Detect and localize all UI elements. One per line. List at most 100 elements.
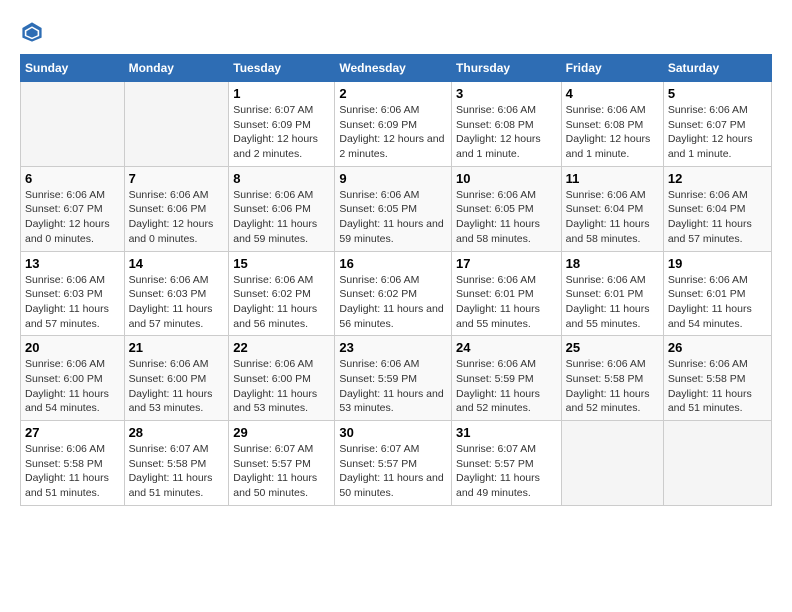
- day-number: 15: [233, 256, 330, 271]
- day-info: Sunrise: 6:06 AMSunset: 6:05 PMDaylight:…: [339, 188, 447, 247]
- day-info: Sunrise: 6:06 AMSunset: 6:00 PMDaylight:…: [233, 357, 330, 416]
- calendar-table: SundayMondayTuesdayWednesdayThursdayFrid…: [20, 54, 772, 506]
- day-number: 25: [566, 340, 659, 355]
- calendar-cell: 13 Sunrise: 6:06 AMSunset: 6:03 PMDayligh…: [21, 251, 125, 336]
- day-header-thursday: Thursday: [452, 55, 562, 82]
- calendar-cell: 27 Sunrise: 6:06 AMSunset: 5:58 PMDayligh…: [21, 421, 125, 506]
- day-number: 4: [566, 86, 659, 101]
- calendar-cell: 4 Sunrise: 6:06 AMSunset: 6:08 PMDaylight…: [561, 82, 663, 167]
- day-info: Sunrise: 6:06 AMSunset: 6:07 PMDaylight:…: [668, 103, 767, 162]
- calendar-cell: 3 Sunrise: 6:06 AMSunset: 6:08 PMDaylight…: [452, 82, 562, 167]
- day-info: Sunrise: 6:06 AMSunset: 6:01 PMDaylight:…: [668, 273, 767, 332]
- day-number: 13: [25, 256, 120, 271]
- day-info: Sunrise: 6:06 AMSunset: 6:01 PMDaylight:…: [456, 273, 557, 332]
- day-info: Sunrise: 6:06 AMSunset: 6:07 PMDaylight:…: [25, 188, 120, 247]
- calendar-cell: [561, 421, 663, 506]
- calendar-cell: 26Sunrise: 6:06 AMSunset: 5:58 PMDayligh…: [663, 336, 771, 421]
- calendar-cell: 10Sunrise: 6:06 AMSunset: 6:05 PMDayligh…: [452, 166, 562, 251]
- logo-icon: [20, 20, 44, 44]
- calendar-cell: 19 Sunrise: 6:06 AMSunset: 6:01 PMDayligh…: [663, 251, 771, 336]
- day-info: Sunrise: 6:06 AMSunset: 6:06 PMDaylight:…: [129, 188, 225, 247]
- day-header-tuesday: Tuesday: [229, 55, 335, 82]
- day-info: Sunrise: 6:06 AMSunset: 6:00 PMDaylight:…: [25, 357, 120, 416]
- day-number: 14: [129, 256, 225, 271]
- calendar-cell: [21, 82, 125, 167]
- day-number: 10: [456, 171, 557, 186]
- day-info: Sunrise: 6:07 AMSunset: 5:57 PMDaylight:…: [456, 442, 557, 501]
- calendar-cell: 30 Sunrise: 6:07 AMSunset: 5:57 PMDayligh…: [335, 421, 452, 506]
- day-number: 29: [233, 425, 330, 440]
- calendar-cell: 18 Sunrise: 6:06 AMSunset: 6:01 PMDayligh…: [561, 251, 663, 336]
- day-info: Sunrise: 6:06 AMSunset: 6:00 PMDaylight:…: [129, 357, 225, 416]
- calendar-cell: 2 Sunrise: 6:06 AMSunset: 6:09 PMDaylight…: [335, 82, 452, 167]
- day-info: Sunrise: 6:06 AMSunset: 5:58 PMDaylight:…: [25, 442, 120, 501]
- calendar-cell: 6 Sunrise: 6:06 AMSunset: 6:07 PMDaylight…: [21, 166, 125, 251]
- day-info: Sunrise: 6:06 AMSunset: 6:02 PMDaylight:…: [233, 273, 330, 332]
- calendar-cell: 24 Sunrise: 6:06 AMSunset: 5:59 PMDayligh…: [452, 336, 562, 421]
- day-number: 24: [456, 340, 557, 355]
- day-info: Sunrise: 6:06 AMSunset: 5:58 PMDaylight:…: [566, 357, 659, 416]
- calendar-cell: 14 Sunrise: 6:06 AMSunset: 6:03 PMDayligh…: [124, 251, 229, 336]
- calendar-cell: 25 Sunrise: 6:06 AMSunset: 5:58 PMDayligh…: [561, 336, 663, 421]
- header: [20, 20, 772, 44]
- day-number: 22: [233, 340, 330, 355]
- day-number: 1: [233, 86, 330, 101]
- day-info: Sunrise: 6:07 AMSunset: 5:58 PMDaylight:…: [129, 442, 225, 501]
- calendar-cell: 20 Sunrise: 6:06 AMSunset: 6:00 PMDayligh…: [21, 336, 125, 421]
- day-number: 5: [668, 86, 767, 101]
- calendar-cell: 22 Sunrise: 6:06 AMSunset: 6:00 PMDayligh…: [229, 336, 335, 421]
- week-row-3: 13 Sunrise: 6:06 AMSunset: 6:03 PMDayligh…: [21, 251, 772, 336]
- day-number: 6: [25, 171, 120, 186]
- day-number: 20: [25, 340, 120, 355]
- calendar-cell: 5 Sunrise: 6:06 AMSunset: 6:07 PMDaylight…: [663, 82, 771, 167]
- day-number: 16: [339, 256, 447, 271]
- day-info: Sunrise: 6:06 AMSunset: 5:59 PMDaylight:…: [339, 357, 447, 416]
- calendar-cell: 16Sunrise: 6:06 AMSunset: 6:02 PMDayligh…: [335, 251, 452, 336]
- calendar-cell: [663, 421, 771, 506]
- day-number: 7: [129, 171, 225, 186]
- day-header-sunday: Sunday: [21, 55, 125, 82]
- calendar-cell: 9 Sunrise: 6:06 AMSunset: 6:05 PMDaylight…: [335, 166, 452, 251]
- calendar-cell: 29Sunrise: 6:07 AMSunset: 5:57 PMDayligh…: [229, 421, 335, 506]
- day-number: 8: [233, 171, 330, 186]
- days-header-row: SundayMondayTuesdayWednesdayThursdayFrid…: [21, 55, 772, 82]
- week-row-2: 6 Sunrise: 6:06 AMSunset: 6:07 PMDaylight…: [21, 166, 772, 251]
- day-info: Sunrise: 6:06 AMSunset: 5:59 PMDaylight:…: [456, 357, 557, 416]
- day-number: 28: [129, 425, 225, 440]
- day-number: 30: [339, 425, 447, 440]
- day-number: 12: [668, 171, 767, 186]
- day-number: 19: [668, 256, 767, 271]
- day-header-saturday: Saturday: [663, 55, 771, 82]
- calendar-cell: 12Sunrise: 6:06 AMSunset: 6:04 PMDayligh…: [663, 166, 771, 251]
- day-info: Sunrise: 6:06 AMSunset: 5:58 PMDaylight:…: [668, 357, 767, 416]
- day-info: Sunrise: 6:06 AMSunset: 6:01 PMDaylight:…: [566, 273, 659, 332]
- day-number: 31: [456, 425, 557, 440]
- day-info: Sunrise: 6:06 AMSunset: 6:04 PMDaylight:…: [566, 188, 659, 247]
- day-info: Sunrise: 6:07 AMSunset: 5:57 PMDaylight:…: [339, 442, 447, 501]
- day-info: Sunrise: 6:06 AMSunset: 6:06 PMDaylight:…: [233, 188, 330, 247]
- day-info: Sunrise: 6:06 AMSunset: 6:03 PMDaylight:…: [129, 273, 225, 332]
- calendar-cell: 21 Sunrise: 6:06 AMSunset: 6:00 PMDayligh…: [124, 336, 229, 421]
- day-number: 11: [566, 171, 659, 186]
- calendar-cell: 8 Sunrise: 6:06 AMSunset: 6:06 PMDaylight…: [229, 166, 335, 251]
- day-header-monday: Monday: [124, 55, 229, 82]
- day-number: 2: [339, 86, 447, 101]
- calendar-cell: 28 Sunrise: 6:07 AMSunset: 5:58 PMDayligh…: [124, 421, 229, 506]
- week-row-4: 20 Sunrise: 6:06 AMSunset: 6:00 PMDayligh…: [21, 336, 772, 421]
- day-header-wednesday: Wednesday: [335, 55, 452, 82]
- day-number: 18: [566, 256, 659, 271]
- day-info: Sunrise: 6:06 AMSunset: 6:08 PMDaylight:…: [566, 103, 659, 162]
- calendar-cell: 11 Sunrise: 6:06 AMSunset: 6:04 PMDayligh…: [561, 166, 663, 251]
- day-number: 21: [129, 340, 225, 355]
- calendar-cell: 15 Sunrise: 6:06 AMSunset: 6:02 PMDayligh…: [229, 251, 335, 336]
- day-number: 3: [456, 86, 557, 101]
- day-number: 27: [25, 425, 120, 440]
- day-info: Sunrise: 6:06 AMSunset: 6:08 PMDaylight:…: [456, 103, 557, 162]
- calendar-cell: 1Sunrise: 6:07 AMSunset: 6:09 PMDaylight…: [229, 82, 335, 167]
- calendar-cell: 17Sunrise: 6:06 AMSunset: 6:01 PMDayligh…: [452, 251, 562, 336]
- calendar-cell: 7 Sunrise: 6:06 AMSunset: 6:06 PMDaylight…: [124, 166, 229, 251]
- day-info: Sunrise: 6:06 AMSunset: 6:09 PMDaylight:…: [339, 103, 447, 162]
- day-info: Sunrise: 6:06 AMSunset: 6:03 PMDaylight:…: [25, 273, 120, 332]
- week-row-5: 27 Sunrise: 6:06 AMSunset: 5:58 PMDayligh…: [21, 421, 772, 506]
- day-number: 9: [339, 171, 447, 186]
